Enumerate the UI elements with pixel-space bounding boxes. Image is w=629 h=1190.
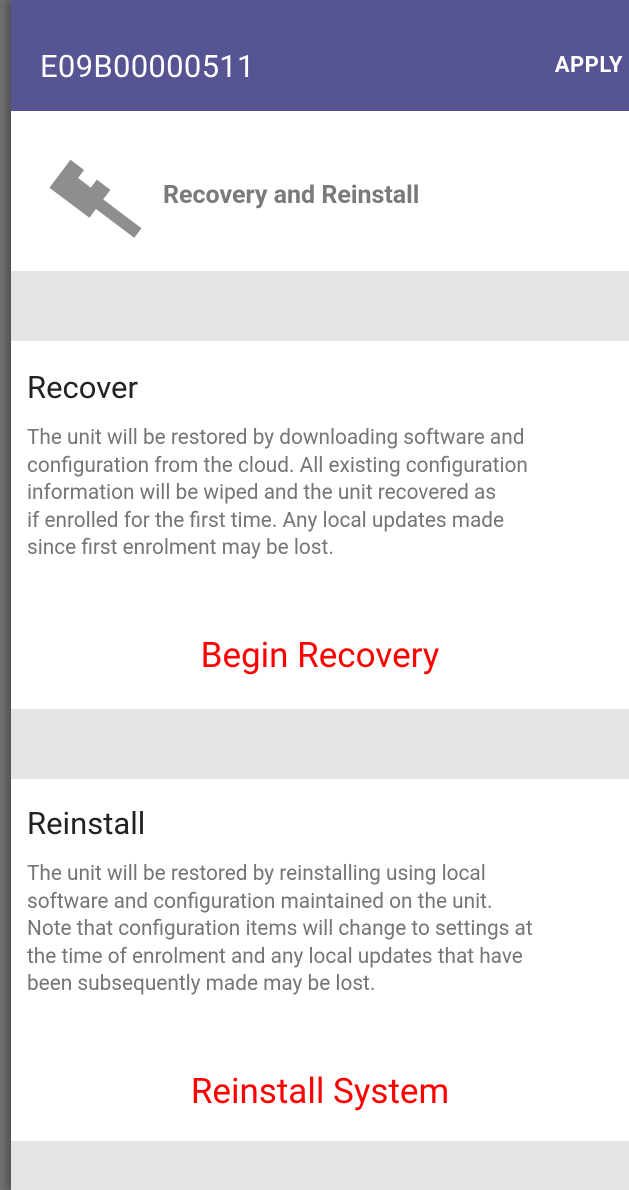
device-screen: E09B00000511 APPLY Recovery and Reinstal… — [11, 0, 629, 1190]
reinstall-section: Reinstall The unit will be restored by r… — [11, 779, 629, 1141]
reinstall-description: The unit will be restored by reinstallin… — [27, 862, 533, 996]
section-divider — [11, 709, 629, 779]
begin-recovery-button[interactable]: Begin Recovery — [11, 633, 629, 679]
recover-title: Recover — [27, 369, 138, 406]
wrench-icon — [49, 159, 142, 238]
page-title: Recovery and Reinstall — [163, 181, 420, 210]
section-divider — [11, 271, 629, 341]
app-bar: E09B00000511 APPLY — [11, 0, 629, 111]
recover-section: Recover The unit will be restored by dow… — [11, 341, 629, 709]
page-header: Recovery and Reinstall — [11, 111, 629, 271]
recover-description: The unit will be restored by downloading… — [27, 426, 528, 560]
reinstall-system-button[interactable]: Reinstall System — [11, 1069, 629, 1115]
apply-button[interactable]: APPLY — [555, 50, 623, 82]
device-serial-title: E09B00000511 — [40, 48, 255, 85]
section-divider — [11, 1141, 629, 1190]
reinstall-title: Reinstall — [27, 805, 146, 842]
